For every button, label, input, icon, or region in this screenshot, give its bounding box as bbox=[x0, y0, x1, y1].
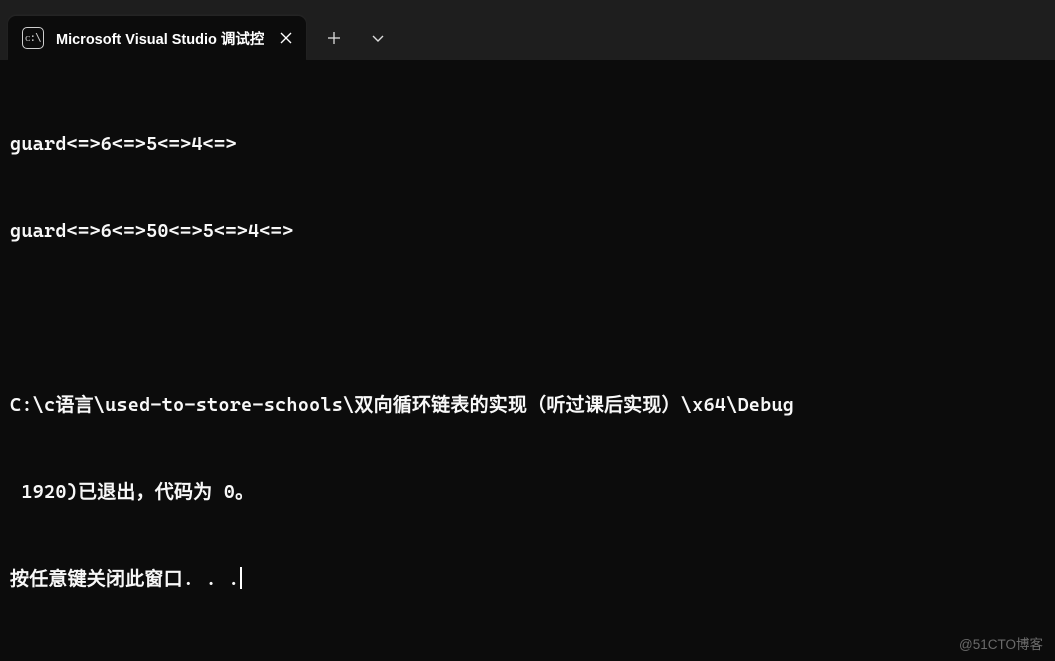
new-tab-button[interactable] bbox=[312, 19, 356, 57]
tab-actions bbox=[312, 16, 400, 60]
close-icon[interactable] bbox=[276, 28, 296, 48]
tab-title: Microsoft Visual Studio 调试控 bbox=[56, 28, 264, 49]
watermark: @51CTO博客 bbox=[959, 633, 1043, 653]
terminal-line: guard<=>6<=>5<=>4<=> bbox=[10, 130, 1045, 159]
terminal-blank-line bbox=[10, 304, 1045, 333]
titlebar-top-strip bbox=[0, 0, 1055, 10]
cursor bbox=[240, 567, 242, 589]
terminal-output[interactable]: guard<=>6<=>5<=>4<=> guard<=>6<=>50<=>5<… bbox=[0, 60, 1055, 633]
titlebar-inner: ᴄ:\ Microsoft Visual Studio 调试控 bbox=[0, 10, 1055, 60]
terminal-prompt-text: 按任意键关闭此窗口. . . bbox=[10, 568, 239, 590]
terminal-line: C:\c语言\used-to-store-schools\双向循环链表的实现（听… bbox=[10, 391, 1045, 420]
tab-active[interactable]: ᴄ:\ Microsoft Visual Studio 调试控 bbox=[8, 16, 306, 60]
tab-dropdown-button[interactable] bbox=[356, 19, 400, 57]
terminal-icon: ᴄ:\ bbox=[22, 27, 44, 49]
terminal-line: guard<=>6<=>50<=>5<=>4<=> bbox=[10, 217, 1045, 246]
terminal-line: 1920)已退出，代码为 0。 bbox=[10, 478, 1045, 507]
terminal-line: 按任意键关闭此窗口. . . bbox=[10, 565, 1045, 594]
